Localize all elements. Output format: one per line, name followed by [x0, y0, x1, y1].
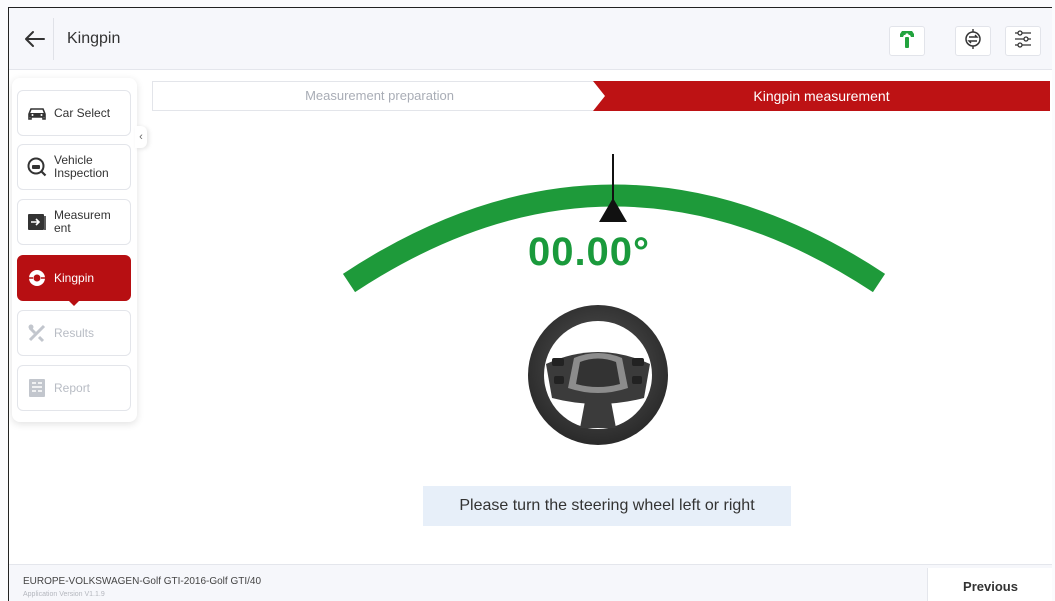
step-progress-bar: Measurement preparation Kingpin measurem… [152, 81, 1050, 111]
sync-button[interactable] [955, 26, 991, 56]
sidebar-item-vehicle-inspection[interactable]: Vehicle Inspection [17, 144, 131, 190]
instruction-banner: Please turn the steering wheel left or r… [423, 486, 791, 526]
steering-wheel-image [524, 300, 672, 450]
sidebar-item-kingpin[interactable]: Kingpin [17, 255, 131, 306]
app-window: Kingpin Car Select Vehicle Inspection Me… [8, 7, 1052, 601]
back-arrow-icon[interactable] [22, 26, 48, 52]
vehicle-path-label: EUROPE-VOLKSWAGEN-Golf GTI-2016-Golf GTI… [23, 576, 262, 587]
inspection-icon [26, 156, 48, 178]
sidebar-item-car-select[interactable]: Car Select [17, 90, 131, 136]
report-icon [26, 377, 48, 399]
settings-button[interactable] [1005, 26, 1041, 56]
wrench-icon [896, 28, 918, 55]
workflow-sidebar: Car Select Vehicle Inspection Measurem e… [12, 78, 137, 422]
sidebar-item-label: Report [54, 380, 91, 395]
step-kingpin-measurement: Kingpin measurement [593, 81, 1050, 111]
sidebar-item-measurement[interactable]: Measurem ent [17, 199, 131, 245]
car-icon [26, 102, 48, 124]
label-line-1: Vehicle [54, 153, 93, 167]
header-divider [53, 18, 54, 60]
sidebar-item-report[interactable]: Report [17, 365, 131, 411]
sidebar-item-label: Measurem ent [54, 209, 111, 235]
top-bar: Kingpin [9, 8, 1052, 70]
sidebar-item-results[interactable]: Results [17, 310, 131, 356]
page-title: Kingpin [67, 30, 121, 47]
sidebar-item-label: Kingpin [54, 270, 95, 285]
angle-readout: 00.00° [527, 230, 651, 274]
sidebar-item-label: Results [54, 325, 95, 340]
footer-bar: EUROPE-VOLKSWAGEN-Golf GTI-2016-Golf GTI… [9, 564, 1052, 601]
results-icon [26, 322, 48, 344]
sidebar-item-label: Vehicle Inspection [54, 154, 109, 180]
sidebar-collapse-toggle[interactable]: ‹ [135, 126, 147, 148]
app-version-label: Application Version V1.1.9 [23, 591, 105, 598]
step-measurement-preparation: Measurement preparation [152, 81, 607, 111]
kingpin-icon [26, 267, 48, 289]
label-line-2: Inspection [54, 166, 109, 180]
sync-icon [962, 28, 984, 55]
label-line-1: Measurem [54, 208, 111, 222]
settings-sliders-icon [1012, 28, 1034, 55]
label-line-2: ent [54, 221, 71, 235]
sidebar-item-label: Car Select [54, 105, 111, 120]
wrench-button[interactable] [889, 26, 925, 56]
measurement-icon [26, 211, 48, 233]
previous-button[interactable]: Previous [927, 568, 1052, 601]
